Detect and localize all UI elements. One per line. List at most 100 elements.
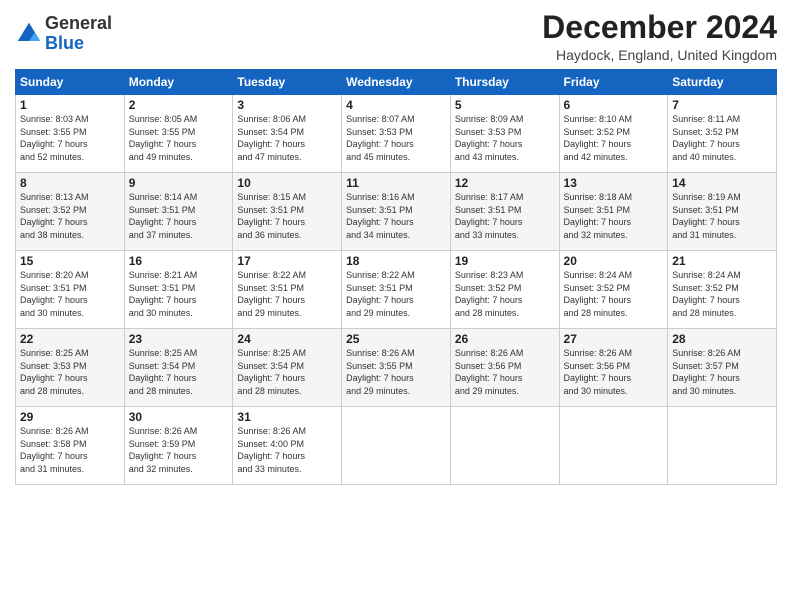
day-number: 23 bbox=[129, 332, 229, 346]
day-number: 8 bbox=[20, 176, 120, 190]
day-number: 3 bbox=[237, 98, 337, 112]
day-number: 12 bbox=[455, 176, 555, 190]
week-row-1: 1Sunrise: 8:03 AMSunset: 3:55 PMDaylight… bbox=[16, 95, 777, 173]
day-number: 11 bbox=[346, 176, 446, 190]
day-info: Sunrise: 8:22 AMSunset: 3:51 PMDaylight:… bbox=[346, 269, 446, 319]
day-number: 19 bbox=[455, 254, 555, 268]
calendar-cell: 4Sunrise: 8:07 AMSunset: 3:53 PMDaylight… bbox=[342, 95, 451, 173]
calendar-cell: 14Sunrise: 8:19 AMSunset: 3:51 PMDayligh… bbox=[668, 173, 777, 251]
day-info: Sunrise: 8:16 AMSunset: 3:51 PMDaylight:… bbox=[346, 191, 446, 241]
day-info: Sunrise: 8:26 AMSunset: 3:59 PMDaylight:… bbox=[129, 425, 229, 475]
calendar-cell: 7Sunrise: 8:11 AMSunset: 3:52 PMDaylight… bbox=[668, 95, 777, 173]
week-row-4: 22Sunrise: 8:25 AMSunset: 3:53 PMDayligh… bbox=[16, 329, 777, 407]
day-info: Sunrise: 8:26 AMSunset: 3:57 PMDaylight:… bbox=[672, 347, 772, 397]
day-number: 16 bbox=[129, 254, 229, 268]
day-number: 28 bbox=[672, 332, 772, 346]
calendar-cell: 10Sunrise: 8:15 AMSunset: 3:51 PMDayligh… bbox=[233, 173, 342, 251]
day-number: 14 bbox=[672, 176, 772, 190]
day-number: 7 bbox=[672, 98, 772, 112]
calendar-subtitle: Haydock, England, United Kingdom bbox=[542, 47, 777, 63]
day-info: Sunrise: 8:19 AMSunset: 3:51 PMDaylight:… bbox=[672, 191, 772, 241]
calendar-cell: 27Sunrise: 8:26 AMSunset: 3:56 PMDayligh… bbox=[559, 329, 668, 407]
calendar-cell: 6Sunrise: 8:10 AMSunset: 3:52 PMDaylight… bbox=[559, 95, 668, 173]
day-number: 25 bbox=[346, 332, 446, 346]
calendar-cell: 28Sunrise: 8:26 AMSunset: 3:57 PMDayligh… bbox=[668, 329, 777, 407]
logo-icon bbox=[15, 20, 43, 48]
day-number: 2 bbox=[129, 98, 229, 112]
col-header-thursday: Thursday bbox=[450, 70, 559, 95]
day-number: 31 bbox=[237, 410, 337, 424]
day-info: Sunrise: 8:21 AMSunset: 3:51 PMDaylight:… bbox=[129, 269, 229, 319]
day-info: Sunrise: 8:26 AMSunset: 4:00 PMDaylight:… bbox=[237, 425, 337, 475]
day-info: Sunrise: 8:17 AMSunset: 3:51 PMDaylight:… bbox=[455, 191, 555, 241]
logo-name: GeneralBlue bbox=[45, 14, 112, 54]
calendar-cell: 25Sunrise: 8:26 AMSunset: 3:55 PMDayligh… bbox=[342, 329, 451, 407]
day-number: 1 bbox=[20, 98, 120, 112]
day-info: Sunrise: 8:25 AMSunset: 3:53 PMDaylight:… bbox=[20, 347, 120, 397]
day-number: 18 bbox=[346, 254, 446, 268]
col-header-friday: Friday bbox=[559, 70, 668, 95]
day-info: Sunrise: 8:25 AMSunset: 3:54 PMDaylight:… bbox=[237, 347, 337, 397]
calendar-cell: 26Sunrise: 8:26 AMSunset: 3:56 PMDayligh… bbox=[450, 329, 559, 407]
day-info: Sunrise: 8:06 AMSunset: 3:54 PMDaylight:… bbox=[237, 113, 337, 163]
calendar-title: December 2024 bbox=[542, 10, 777, 45]
calendar-cell: 16Sunrise: 8:21 AMSunset: 3:51 PMDayligh… bbox=[124, 251, 233, 329]
day-info: Sunrise: 8:09 AMSunset: 3:53 PMDaylight:… bbox=[455, 113, 555, 163]
day-number: 30 bbox=[129, 410, 229, 424]
calendar-cell: 19Sunrise: 8:23 AMSunset: 3:52 PMDayligh… bbox=[450, 251, 559, 329]
calendar-cell: 20Sunrise: 8:24 AMSunset: 3:52 PMDayligh… bbox=[559, 251, 668, 329]
calendar-cell: 15Sunrise: 8:20 AMSunset: 3:51 PMDayligh… bbox=[16, 251, 125, 329]
week-row-5: 29Sunrise: 8:26 AMSunset: 3:58 PMDayligh… bbox=[16, 407, 777, 485]
title-block: December 2024 Haydock, England, United K… bbox=[542, 10, 777, 63]
day-number: 4 bbox=[346, 98, 446, 112]
day-info: Sunrise: 8:11 AMSunset: 3:52 PMDaylight:… bbox=[672, 113, 772, 163]
header-row: SundayMondayTuesdayWednesdayThursdayFrid… bbox=[16, 70, 777, 95]
day-info: Sunrise: 8:24 AMSunset: 3:52 PMDaylight:… bbox=[672, 269, 772, 319]
day-info: Sunrise: 8:10 AMSunset: 3:52 PMDaylight:… bbox=[564, 113, 664, 163]
day-number: 5 bbox=[455, 98, 555, 112]
day-number: 9 bbox=[129, 176, 229, 190]
day-number: 20 bbox=[564, 254, 664, 268]
day-info: Sunrise: 8:22 AMSunset: 3:51 PMDaylight:… bbox=[237, 269, 337, 319]
day-info: Sunrise: 8:26 AMSunset: 3:55 PMDaylight:… bbox=[346, 347, 446, 397]
col-header-sunday: Sunday bbox=[16, 70, 125, 95]
calendar-cell: 12Sunrise: 8:17 AMSunset: 3:51 PMDayligh… bbox=[450, 173, 559, 251]
calendar-cell: 5Sunrise: 8:09 AMSunset: 3:53 PMDaylight… bbox=[450, 95, 559, 173]
calendar-cell: 9Sunrise: 8:14 AMSunset: 3:51 PMDaylight… bbox=[124, 173, 233, 251]
day-info: Sunrise: 8:07 AMSunset: 3:53 PMDaylight:… bbox=[346, 113, 446, 163]
col-header-tuesday: Tuesday bbox=[233, 70, 342, 95]
header: GeneralBlue December 2024 Haydock, Engla… bbox=[15, 10, 777, 63]
calendar-cell: 24Sunrise: 8:25 AMSunset: 3:54 PMDayligh… bbox=[233, 329, 342, 407]
calendar-cell: 2Sunrise: 8:05 AMSunset: 3:55 PMDaylight… bbox=[124, 95, 233, 173]
day-number: 15 bbox=[20, 254, 120, 268]
calendar-cell: 22Sunrise: 8:25 AMSunset: 3:53 PMDayligh… bbox=[16, 329, 125, 407]
calendar-cell bbox=[450, 407, 559, 485]
calendar-cell bbox=[559, 407, 668, 485]
calendar-cell: 18Sunrise: 8:22 AMSunset: 3:51 PMDayligh… bbox=[342, 251, 451, 329]
day-number: 21 bbox=[672, 254, 772, 268]
day-info: Sunrise: 8:15 AMSunset: 3:51 PMDaylight:… bbox=[237, 191, 337, 241]
day-number: 10 bbox=[237, 176, 337, 190]
week-row-2: 8Sunrise: 8:13 AMSunset: 3:52 PMDaylight… bbox=[16, 173, 777, 251]
calendar-cell: 31Sunrise: 8:26 AMSunset: 4:00 PMDayligh… bbox=[233, 407, 342, 485]
week-row-3: 15Sunrise: 8:20 AMSunset: 3:51 PMDayligh… bbox=[16, 251, 777, 329]
calendar-cell: 1Sunrise: 8:03 AMSunset: 3:55 PMDaylight… bbox=[16, 95, 125, 173]
day-info: Sunrise: 8:20 AMSunset: 3:51 PMDaylight:… bbox=[20, 269, 120, 319]
day-number: 24 bbox=[237, 332, 337, 346]
calendar-cell: 21Sunrise: 8:24 AMSunset: 3:52 PMDayligh… bbox=[668, 251, 777, 329]
day-number: 29 bbox=[20, 410, 120, 424]
logo: GeneralBlue bbox=[15, 14, 112, 54]
calendar-cell: 17Sunrise: 8:22 AMSunset: 3:51 PMDayligh… bbox=[233, 251, 342, 329]
day-info: Sunrise: 8:26 AMSunset: 3:56 PMDaylight:… bbox=[455, 347, 555, 397]
day-number: 27 bbox=[564, 332, 664, 346]
calendar-cell: 29Sunrise: 8:26 AMSunset: 3:58 PMDayligh… bbox=[16, 407, 125, 485]
col-header-saturday: Saturday bbox=[668, 70, 777, 95]
day-number: 26 bbox=[455, 332, 555, 346]
calendar-cell: 23Sunrise: 8:25 AMSunset: 3:54 PMDayligh… bbox=[124, 329, 233, 407]
day-number: 13 bbox=[564, 176, 664, 190]
col-header-wednesday: Wednesday bbox=[342, 70, 451, 95]
day-info: Sunrise: 8:25 AMSunset: 3:54 PMDaylight:… bbox=[129, 347, 229, 397]
day-number: 6 bbox=[564, 98, 664, 112]
day-info: Sunrise: 8:18 AMSunset: 3:51 PMDaylight:… bbox=[564, 191, 664, 241]
calendar-cell bbox=[668, 407, 777, 485]
